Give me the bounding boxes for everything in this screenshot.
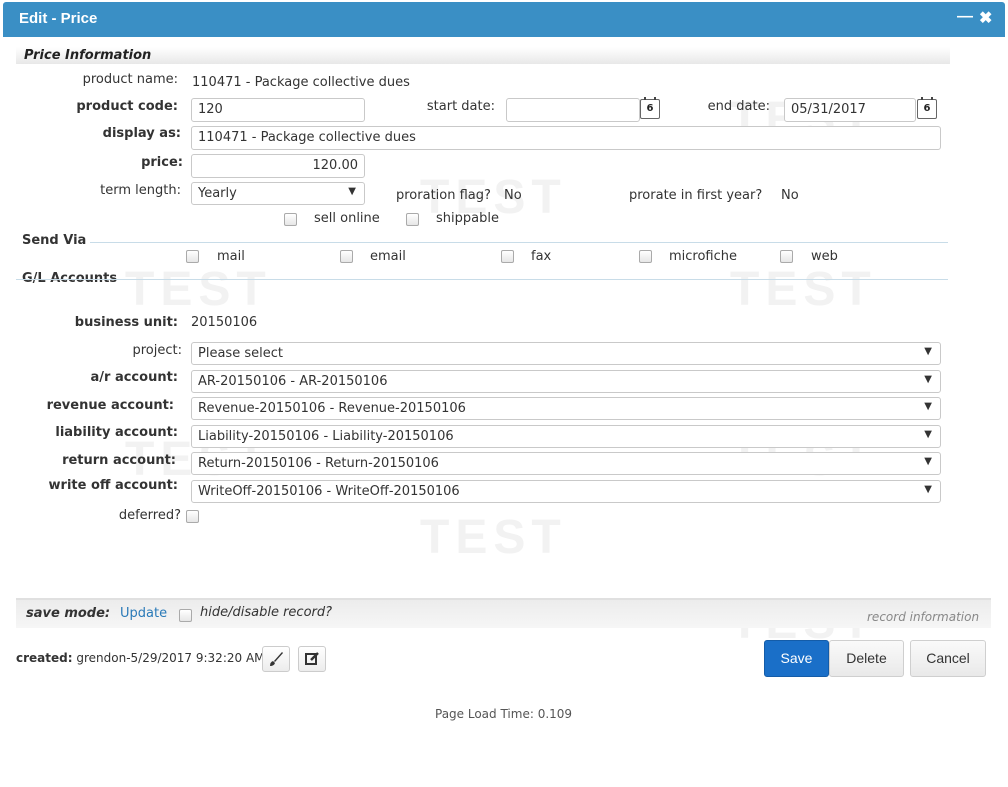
created-value: grendon-5/29/2017 9:32:20 AM	[76, 651, 265, 665]
dialog-titlebar: Edit - Price — ✖	[3, 2, 1005, 37]
term-length-select[interactable]: Yearly ▼	[191, 182, 365, 205]
send-via-fax-checkbox[interactable]	[501, 250, 514, 263]
write-off-account-value: WriteOff-20150106 - WriteOff-20150106	[198, 484, 460, 499]
revenue-account-select[interactable]: Revenue-20150106 - Revenue-20150106 ▼	[191, 397, 941, 420]
chevron-down-icon: ▼	[924, 346, 932, 357]
record-information-link[interactable]: record information	[867, 610, 979, 624]
send-via-mail-label: mail	[217, 249, 245, 264]
chevron-down-icon: ▼	[348, 186, 356, 197]
brush-icon[interactable]	[262, 646, 290, 672]
start-date-input[interactable]	[506, 98, 640, 122]
display-as-label: display as:	[102, 126, 181, 141]
watermark-text: TEST	[420, 511, 567, 564]
deferred-checkbox[interactable]	[186, 510, 199, 523]
send-via-mail-checkbox[interactable]	[186, 250, 199, 263]
chevron-down-icon: ▼	[924, 374, 932, 385]
return-account-select[interactable]: Return-20150106 - Return-20150106 ▼	[191, 452, 941, 475]
project-select[interactable]: Please select ▼	[191, 342, 941, 365]
sell-online-checkbox[interactable]	[284, 213, 297, 226]
ar-account-value: AR-20150106 - AR-20150106	[198, 374, 388, 389]
send-via-web-label: web	[811, 249, 838, 264]
ar-account-select[interactable]: AR-20150106 - AR-20150106 ▼	[191, 370, 941, 393]
prorate-first-year-value: No	[781, 188, 799, 203]
term-length-value: Yearly	[198, 186, 237, 201]
section-divider	[90, 242, 948, 243]
watermark-text: TEST	[125, 263, 272, 316]
deferred-label: deferred?	[118, 508, 181, 523]
proration-flag-label: proration flag?	[396, 188, 491, 203]
chevron-down-icon: ▼	[924, 456, 932, 467]
product-code-label: product code:	[76, 99, 178, 114]
send-via-email-checkbox[interactable]	[340, 250, 353, 263]
calendar-icon[interactable]: 6	[640, 97, 660, 119]
hide-disable-checkbox[interactable]	[179, 609, 192, 622]
liability-account-value: Liability-20150106 - Liability-20150106	[198, 429, 454, 444]
proration-flag-value: No	[504, 188, 522, 203]
hide-disable-label: hide/disable record?	[200, 605, 333, 620]
write-off-account-label: write off account:	[48, 478, 178, 493]
term-length-label: term length:	[100, 183, 181, 198]
product-code-input[interactable]: 120	[191, 98, 365, 122]
watermark-text: TEST	[730, 263, 877, 316]
end-date-input[interactable]: 05/31/2017	[784, 98, 916, 122]
save-button[interactable]: Save	[764, 640, 829, 677]
return-account-label: return account:	[62, 453, 176, 468]
edit-icon[interactable]	[298, 646, 326, 672]
shippable-label: shippable	[436, 211, 499, 226]
chevron-down-icon: ▼	[924, 429, 932, 440]
price-information-header: Price Information	[16, 47, 950, 64]
send-via-fax-label: fax	[531, 249, 552, 264]
dialog-title: Edit - Price	[19, 10, 98, 27]
shippable-checkbox[interactable]	[406, 213, 419, 226]
close-icon[interactable]: ✖	[979, 8, 992, 28]
price-input[interactable]: 120.00	[191, 154, 365, 178]
write-off-account-select[interactable]: WriteOff-20150106 - WriteOff-20150106 ▼	[191, 480, 941, 503]
calendar-icon[interactable]: 6	[917, 97, 937, 119]
prorate-first-year-label: prorate in first year?	[629, 188, 763, 203]
cancel-button[interactable]: Cancel	[910, 640, 986, 677]
send-via-microfiche-label: microfiche	[669, 249, 738, 264]
send-via-header: Send Via	[22, 233, 87, 248]
start-date-label: start date:	[426, 99, 495, 114]
liability-account-select[interactable]: Liability-20150106 - Liability-20150106 …	[191, 425, 941, 448]
product-name-label: product name:	[82, 72, 178, 87]
liability-account-label: liability account:	[55, 425, 178, 440]
save-mode-value[interactable]: Update	[120, 606, 167, 621]
return-account-value: Return-20150106 - Return-20150106	[198, 456, 439, 471]
delete-button[interactable]: Delete	[829, 640, 904, 677]
ar-account-label: a/r account:	[90, 370, 179, 385]
chevron-down-icon: ▼	[924, 484, 932, 495]
end-date-label: end date:	[707, 99, 770, 114]
revenue-account-label: revenue account:	[46, 398, 174, 413]
created-info: created: grendon-5/29/2017 9:32:20 AM	[16, 651, 265, 665]
business-unit-value: 20150106	[191, 315, 258, 330]
business-unit-label: business unit:	[74, 315, 178, 330]
send-via-microfiche-checkbox[interactable]	[639, 250, 652, 263]
project-value: Please select	[198, 346, 283, 361]
save-mode-label: save mode:	[26, 606, 111, 621]
sell-online-label: sell online	[314, 211, 380, 226]
send-via-web-checkbox[interactable]	[780, 250, 793, 263]
page-load-time: Page Load Time: 0.109	[435, 707, 573, 721]
price-label: price:	[141, 155, 183, 170]
product-name-value: 110471 - Package collective dues	[192, 75, 410, 90]
revenue-account-value: Revenue-20150106 - Revenue-20150106	[198, 401, 466, 416]
project-label: project:	[132, 343, 183, 358]
minus-icon[interactable]: —	[957, 8, 973, 26]
chevron-down-icon: ▼	[924, 401, 932, 412]
send-via-email-label: email	[370, 249, 406, 264]
created-label: created:	[16, 651, 73, 665]
display-as-input[interactable]: 110471 - Package collective dues	[191, 126, 941, 150]
section-divider	[16, 279, 948, 280]
